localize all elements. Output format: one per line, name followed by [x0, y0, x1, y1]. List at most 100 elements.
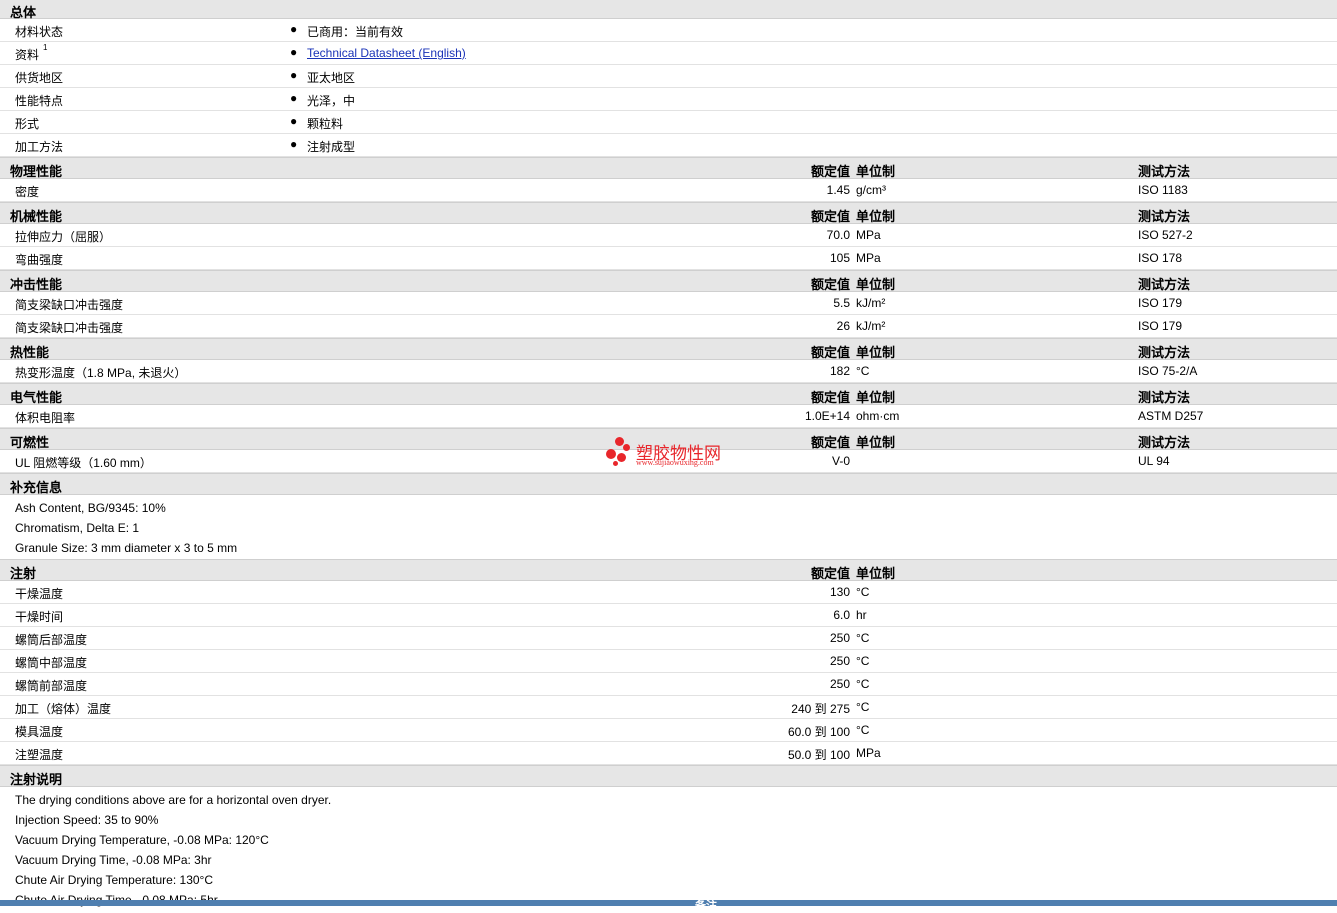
col-header-value: 额定值	[810, 390, 850, 405]
row-test-method: ISO 179	[1138, 296, 1183, 310]
property-row: 螺筒前部温度 250 °C	[0, 673, 1337, 696]
general-row: 形式 ● 颗粒料	[0, 111, 1337, 134]
section-title: 注射说明	[10, 772, 63, 787]
row-label: 螺筒中部温度	[15, 656, 88, 670]
col-header-unit: 单位制	[856, 209, 896, 224]
row-label: 注塑温度	[15, 748, 64, 762]
row-value: 6.0	[833, 608, 850, 622]
row-value: 130	[829, 585, 850, 599]
col-header-test: 测试方法	[1138, 390, 1191, 405]
row-unit: hr	[856, 608, 867, 622]
section-title: 电气性能	[10, 390, 63, 405]
row-value: 60.0 到 100	[787, 725, 850, 739]
row-value: 颗粒料	[307, 117, 344, 131]
row-label: 形式	[15, 117, 40, 131]
section-supplement-header: 补充信息	[0, 473, 1337, 495]
row-test-method: UL 94	[1138, 454, 1170, 468]
row-label: 体积电阻率	[15, 411, 76, 425]
footer-title: 备注	[695, 900, 717, 912]
watermark-url: www.sujiaowuxing.com	[636, 458, 714, 467]
row-unit: °C	[856, 631, 870, 645]
col-header-unit: 单位制	[856, 390, 896, 405]
row-label: 螺筒后部温度	[15, 633, 88, 647]
note-line: Vacuum Drying Time, -0.08 MPa: 3hr	[15, 853, 212, 867]
section-title: 注射	[10, 566, 37, 581]
row-label: 简支梁缺口冲击强度	[15, 321, 124, 335]
row-label: 密度	[15, 185, 40, 199]
section-electrical-header: 电气性能 额定值 单位制 测试方法	[0, 383, 1337, 405]
row-label: UL 阻燃等级（1.60 mm）	[15, 456, 152, 470]
section-impact-header: 冲击性能 额定值 单位制 测试方法	[0, 270, 1337, 292]
injection-notes: The drying conditions above are for a ho…	[0, 787, 1337, 911]
row-value: 105	[829, 251, 850, 265]
row-value: 250	[829, 654, 850, 668]
col-header-unit: 单位制	[856, 435, 896, 450]
col-header-unit: 单位制	[856, 164, 896, 179]
col-header-value: 额定值	[810, 277, 850, 292]
col-header-unit: 单位制	[856, 566, 896, 581]
col-header-unit: 单位制	[856, 345, 896, 360]
bullet-icon: ●	[290, 45, 298, 59]
technical-datasheet-link[interactable]: Technical Datasheet (English)	[307, 46, 466, 60]
property-row: 加工（熔体）温度 240 到 275 °C	[0, 696, 1337, 719]
property-row: 简支梁缺口冲击强度 26 kJ/m² ISO 179	[0, 315, 1337, 338]
bullet-icon: ●	[290, 68, 298, 82]
col-header-value: 额定值	[810, 164, 850, 179]
row-label: 弯曲强度	[15, 253, 64, 267]
row-unit: °C	[856, 654, 870, 668]
col-header-test: 测试方法	[1138, 345, 1191, 360]
row-value: 1.0E+14	[804, 409, 850, 423]
row-unit: °C	[856, 677, 870, 691]
row-value: V-0	[831, 454, 850, 468]
row-unit: g/cm³	[856, 183, 886, 197]
property-row: 螺筒后部温度 250 °C	[0, 627, 1337, 650]
property-row: 拉伸应力（屈服） 70.0 MPa ISO 527-2	[0, 224, 1337, 247]
row-unit: °C	[856, 585, 870, 599]
row-value: 亚太地区	[307, 71, 356, 85]
bullet-icon: ●	[290, 137, 298, 151]
row-test-method: ISO 527-2	[1138, 228, 1193, 242]
property-row: 弯曲强度 105 MPa ISO 178	[0, 247, 1337, 270]
bullet-icon: ●	[290, 91, 298, 105]
section-title: 可燃性	[10, 435, 50, 450]
bullet-icon: ●	[290, 114, 298, 128]
row-label: 供货地区	[15, 71, 64, 85]
section-title: 机械性能	[10, 209, 63, 224]
row-value: 70.0	[826, 228, 850, 242]
property-row: 螺筒中部温度 250 °C	[0, 650, 1337, 673]
row-test-method: ISO 75-2/A	[1138, 364, 1198, 378]
property-row: 干燥时间 6.0 hr	[0, 604, 1337, 627]
col-header-value: 额定值	[810, 345, 850, 360]
row-label: 加工（熔体）温度	[15, 702, 112, 716]
section-title: 补充信息	[10, 480, 63, 495]
row-unit: °C	[856, 364, 870, 378]
row-test-method: ASTM D257	[1138, 409, 1204, 423]
row-value: 240 到 275	[791, 702, 850, 716]
row-label: 干燥温度	[15, 587, 64, 601]
footer-bar: 备注	[0, 900, 1337, 912]
col-header-value: 额定值	[810, 435, 850, 450]
row-value: 50.0 到 100	[787, 748, 850, 762]
row-unit: MPa	[856, 228, 881, 242]
col-header-test: 测试方法	[1138, 277, 1191, 292]
general-row: 材料状态 ● 已商用：当前有效	[0, 19, 1337, 42]
property-row: 干燥温度 130 °C	[0, 581, 1337, 604]
note-line: Granule Size: 3 mm diameter x 3 to 5 mm	[15, 541, 238, 555]
section-thermal-header: 热性能 额定值 单位制 测试方法	[0, 338, 1337, 360]
row-value: 1.45	[826, 183, 850, 197]
row-label: 热变形温度（1.8 MPa, 未退火）	[15, 366, 187, 380]
general-row: 资料1 ● Technical Datasheet (English)	[0, 42, 1337, 65]
row-test-method: ISO 1183	[1138, 183, 1188, 197]
row-unit: MPa	[856, 251, 881, 265]
note-line: Chute Air Drying Temperature: 130°C	[15, 873, 214, 887]
row-label: 性能特点	[15, 94, 64, 108]
col-header-test: 测试方法	[1138, 164, 1191, 179]
section-title: 冲击性能	[10, 277, 63, 292]
section-injection-header: 注射 额定值 单位制	[0, 559, 1337, 581]
property-row: 注塑温度 50.0 到 100 MPa	[0, 742, 1337, 765]
note-line: Ash Content, BG/9345: 10%	[15, 501, 166, 515]
bullet-icon: ●	[290, 22, 298, 36]
row-test-method: ISO 179	[1138, 319, 1183, 333]
row-value: 26	[836, 319, 850, 333]
row-value: 5.5	[833, 296, 850, 310]
